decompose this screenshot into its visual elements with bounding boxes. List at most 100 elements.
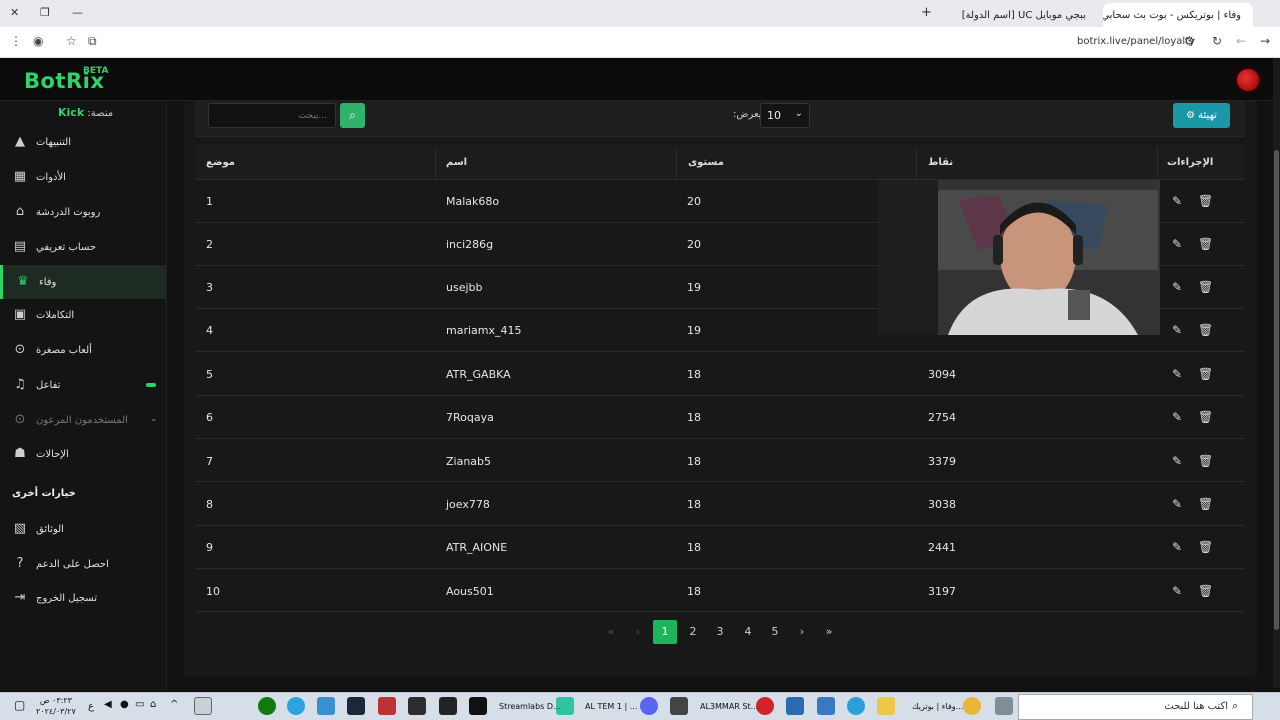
restore-window-icon[interactable]: ❐	[40, 6, 50, 19]
first-page-button[interactable]: «	[599, 620, 623, 644]
avatar[interactable]	[1235, 67, 1261, 93]
profile-icon[interactable]: ◉	[33, 34, 43, 48]
column-header-level[interactable]: مستوى	[688, 157, 724, 168]
sidebar-item-docs[interactable]: ▧ الوثائق	[0, 512, 166, 546]
search-input[interactable]	[208, 103, 336, 128]
taskbar-search-placeholder: اكتب هنا للبحث	[1164, 701, 1228, 712]
notification-center-icon[interactable]: ▢	[14, 698, 25, 712]
translate-icon[interactable]: ⧉	[88, 34, 97, 49]
capcut-icon[interactable]	[439, 697, 457, 715]
forward-icon[interactable]: ←	[1236, 34, 1246, 48]
close-window-icon[interactable]: ✕	[10, 6, 19, 19]
game-launcher-icon[interactable]	[378, 697, 396, 715]
obs-icon[interactable]	[670, 697, 688, 715]
bookmark-star-icon[interactable]: ☆	[66, 34, 77, 48]
trash-icon[interactable]: 🗑	[1198, 194, 1213, 208]
tab-title: ببجي موبايل UC [اسم الدولة] | خ	[958, 9, 1086, 21]
minimize-window-icon[interactable]: —	[72, 6, 83, 19]
trash-icon[interactable]: 🗑	[1198, 410, 1213, 424]
telegram-icon[interactable]	[287, 697, 305, 715]
tray-chevron-icon[interactable]: ^	[170, 699, 178, 710]
edit-icon[interactable]: ✎	[1172, 323, 1182, 337]
sidebar-item-alerts[interactable]: ▲ التنبيهات	[0, 125, 166, 159]
webcam-overlay	[878, 180, 1160, 335]
trash-icon[interactable]: 🗑	[1198, 323, 1213, 337]
edit-icon[interactable]: ✎	[1172, 237, 1182, 251]
settings-button[interactable]: تهيئة ⚙	[1173, 103, 1230, 128]
edit-icon[interactable]: ✎	[1172, 454, 1182, 468]
store-icon[interactable]	[817, 697, 835, 715]
steam-icon[interactable]	[347, 697, 365, 715]
edit-icon[interactable]: ✎	[1172, 410, 1182, 424]
trash-icon[interactable]: 🗑	[1198, 454, 1213, 468]
photo-app-icon[interactable]	[317, 697, 335, 715]
page-1-button[interactable]: 1	[653, 620, 677, 644]
next-page-button[interactable]: ›	[790, 620, 814, 644]
sidebar-item-loyalty[interactable]: ♛ وفاء	[0, 265, 166, 299]
sidebar-item-sponsored-users[interactable]: ⊙ المستخدمون المرعون ⌄	[0, 403, 166, 437]
edge-icon[interactable]	[847, 697, 865, 715]
page-5-button[interactable]: 5	[763, 620, 787, 644]
taskbar-clock[interactable]: ٠٣:٢٣ ص ٢٠٢٤/٠٣/٢٧	[36, 695, 76, 717]
page-2-button[interactable]: 2	[681, 620, 705, 644]
taskbar-search[interactable]: اكتب هنا للبحث	[1018, 694, 1253, 720]
trash-icon[interactable]: 🗑	[1198, 497, 1213, 511]
tiktok-icon[interactable]	[469, 697, 487, 715]
sidebar-item-label: روبوت الدردشة	[36, 206, 101, 218]
opera-icon[interactable]	[756, 697, 774, 715]
discord-icon[interactable]	[640, 697, 658, 715]
taskbar-app-label[interactable]: Streamlabs D...	[499, 702, 561, 711]
scrollbar-thumb[interactable]	[1274, 150, 1279, 630]
search-button[interactable]: ⌕	[340, 103, 365, 128]
last-page-button[interactable]: »	[817, 620, 841, 644]
sidebar-item-support[interactable]: ? احصل على الدعم	[0, 547, 166, 581]
menu-dots-icon[interactable]: ⋮	[10, 34, 22, 48]
sidebar-item-interaction[interactable]: ♫ تفاعل	[0, 368, 166, 402]
task-view-icon[interactable]	[995, 697, 1013, 715]
edit-icon[interactable]: ✎	[1172, 497, 1182, 511]
edit-icon[interactable]: ✎	[1172, 194, 1182, 208]
language-indicator[interactable]: ع	[88, 701, 94, 712]
edit-icon[interactable]: ✎	[1172, 540, 1182, 554]
back-icon[interactable]: →	[1260, 34, 1270, 48]
column-header-name[interactable]: اسم	[446, 157, 467, 168]
mail-icon[interactable]	[786, 697, 804, 715]
music-icon: ♫	[14, 377, 26, 392]
prev-page-button[interactable]: ‹	[626, 620, 650, 644]
file-explorer-icon[interactable]	[877, 697, 895, 715]
sidebar-item-chatbot[interactable]: ⌂ روبوت الدردشة	[0, 195, 166, 229]
reload-icon[interactable]: ↻	[1212, 34, 1222, 48]
tab-loyalty[interactable]: وفاء | بوتريكس - بوت بث سحابي ✕	[1103, 3, 1253, 27]
speaker-icon[interactable]: ◀	[104, 699, 112, 710]
tab-pubg[interactable]: ببجي موبايل UC [اسم الدولة] | خ ✕	[958, 3, 1098, 27]
edit-icon[interactable]: ✎	[1172, 367, 1182, 381]
trash-icon[interactable]: 🗑	[1198, 584, 1213, 598]
sidebar-item-tools[interactable]: ▦ الأدوات	[0, 160, 166, 194]
sidebar-item-profile[interactable]: ▤ حساب تعريفي	[0, 230, 166, 264]
editor-icon[interactable]	[408, 697, 426, 715]
sidebar-item-referrals[interactable]: ☗ الإحالات	[0, 437, 166, 471]
taskbar-app-label[interactable]: وفاء | بوتريك...	[912, 702, 963, 711]
sidebar-item-logout[interactable]: ⇥ تسجيل الخروج	[0, 581, 166, 615]
taskbar-app-label[interactable]: AL3MMAR St...	[700, 702, 758, 711]
url-text[interactable]: botrix.live/panel/loyalty	[1077, 36, 1195, 47]
site-settings-icon[interactable]: ⚙	[1184, 34, 1195, 48]
trash-icon[interactable]: 🗑	[1198, 540, 1213, 554]
page-4-button[interactable]: 4	[736, 620, 760, 644]
trash-icon[interactable]: 🗑	[1198, 367, 1213, 381]
edit-icon[interactable]: ✎	[1172, 584, 1182, 598]
xbox-icon[interactable]	[258, 697, 276, 715]
column-header-position[interactable]: موضع	[206, 157, 235, 168]
sidebar-item-minigames[interactable]: ⊙ ألعاب مصغرة	[0, 333, 166, 367]
trash-icon[interactable]: 🗑	[1198, 280, 1213, 294]
sidebar-item-integrations[interactable]: ▣ التكاملات	[0, 298, 166, 332]
new-tab-icon[interactable]: +	[921, 5, 932, 20]
trash-icon[interactable]: 🗑	[1198, 237, 1213, 251]
chrome-app-icon[interactable]	[963, 697, 981, 715]
page-size-select[interactable]: 10 ⌄	[760, 103, 810, 128]
page-3-button[interactable]: 3	[708, 620, 732, 644]
taskbar-app-label[interactable]: AL TEM 1 | ...	[585, 702, 637, 711]
edit-icon[interactable]: ✎	[1172, 280, 1182, 294]
notifications-icon[interactable]	[194, 697, 212, 715]
column-header-points[interactable]: نقاط	[928, 157, 953, 168]
